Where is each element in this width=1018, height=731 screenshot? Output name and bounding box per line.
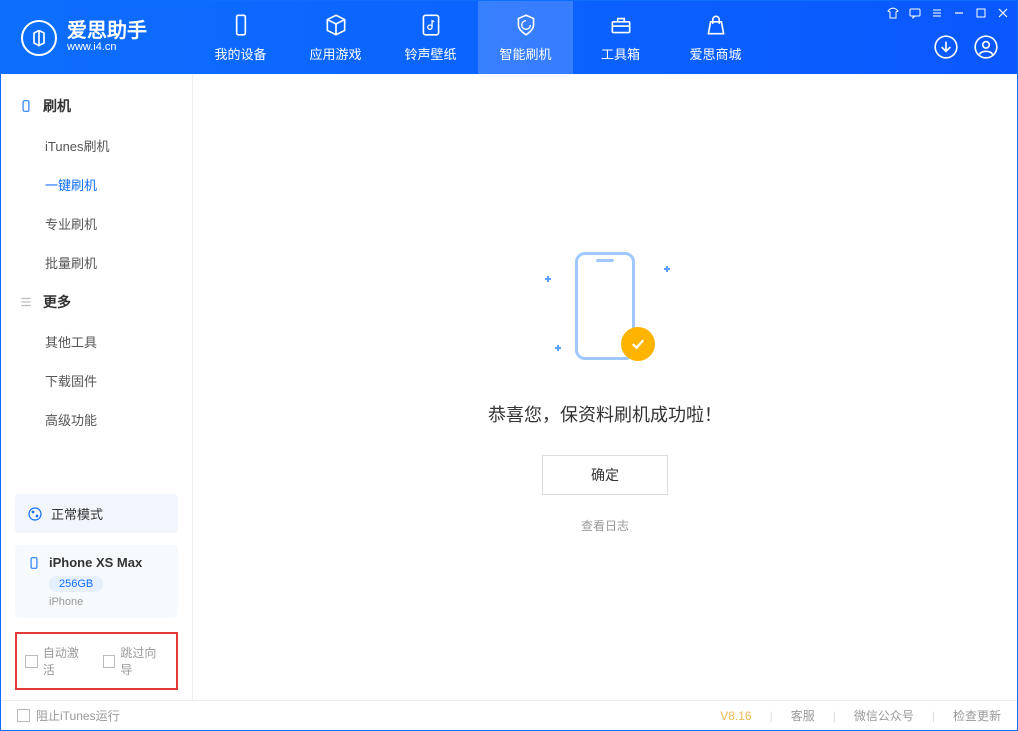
tab-toolbox[interactable]: 工具箱 [573, 1, 668, 74]
device-icon [228, 12, 254, 38]
tab-label: 智能刷机 [499, 44, 551, 63]
checkbox-label: 自动激活 [43, 644, 91, 678]
checkbox-auto-activate[interactable]: 自动激活 [25, 644, 91, 678]
checkbox-icon [25, 655, 38, 668]
version-label: V8.16 [720, 709, 751, 723]
footer-link-update[interactable]: 检查更新 [953, 707, 1001, 724]
tab-ringtone-wallpaper[interactable]: 铃声壁纸 [383, 1, 478, 74]
nav-tabs: 我的设备 应用游戏 铃声壁纸 智能刷机 工具箱 爱思商城 [193, 1, 763, 74]
logo-text: 爱思助手 www.i4.cn [67, 21, 147, 54]
checkbox-block-itunes[interactable]: 阻止iTunes运行 [17, 707, 120, 724]
section-title: 刷机 [43, 96, 71, 116]
maximize-icon[interactable] [975, 7, 987, 19]
device-name: iPhone XS Max [49, 555, 142, 570]
checkbox-icon [103, 655, 116, 668]
tab-smart-flash[interactable]: 智能刷机 [478, 1, 573, 74]
sparkle-icon [664, 266, 670, 272]
logo-icon [21, 20, 57, 56]
app-window: 爱思助手 www.i4.cn 我的设备 应用游戏 铃声壁纸 智能刷机 [0, 0, 1018, 731]
tab-label: 我的设备 [214, 44, 266, 63]
checkbox-skip-guide[interactable]: 跳过向导 [103, 644, 169, 678]
footer: 阻止iTunes运行 V8.16 | 客服 | 微信公众号 | 检查更新 [1, 700, 1017, 730]
logo-area: 爱思助手 www.i4.cn [1, 20, 193, 56]
success-illustration [525, 241, 685, 371]
header-actions [933, 34, 999, 60]
sparkle-icon [545, 276, 551, 282]
header: 爱思助手 www.i4.cn 我的设备 应用游戏 铃声壁纸 智能刷机 [1, 1, 1017, 74]
checkbox-label: 跳过向导 [120, 644, 168, 678]
tab-label: 铃声壁纸 [404, 44, 456, 63]
tab-my-device[interactable]: 我的设备 [193, 1, 288, 74]
sidebar-item-advanced[interactable]: 高级功能 [1, 400, 192, 439]
feedback-icon[interactable] [909, 7, 921, 19]
tab-label: 应用游戏 [309, 44, 361, 63]
store-icon [703, 12, 729, 38]
ok-button[interactable]: 确定 [542, 455, 668, 495]
footer-link-wechat[interactable]: 微信公众号 [854, 707, 914, 724]
sidebar-item-other-tools[interactable]: 其他工具 [1, 322, 192, 361]
music-icon [418, 12, 444, 38]
sidebar: 刷机 iTunes刷机 一键刷机 专业刷机 批量刷机 更多 其他工具 下载固件 … [1, 74, 193, 700]
skin-icon[interactable] [887, 7, 899, 19]
tab-apps-games[interactable]: 应用游戏 [288, 1, 383, 74]
highlight-checkbox-area: 自动激活 跳过向导 [15, 632, 178, 690]
sidebar-item-download-firmware[interactable]: 下载固件 [1, 361, 192, 400]
storage-badge: 256GB [49, 576, 103, 592]
tab-label: 工具箱 [601, 44, 640, 63]
checkbox-icon [17, 709, 30, 722]
toolbox-icon [608, 12, 634, 38]
check-circle-icon [621, 327, 655, 361]
phone-small-icon [27, 556, 41, 570]
sidebar-item-oneclick-flash[interactable]: 一键刷机 [1, 165, 192, 204]
sidebar-item-itunes-flash[interactable]: iTunes刷机 [1, 126, 192, 165]
checkbox-label: 阻止iTunes运行 [36, 707, 120, 724]
sidebar-section-more: 更多 [1, 282, 192, 322]
menu-icon[interactable] [931, 7, 943, 19]
mode-box[interactable]: 正常模式 [15, 494, 178, 533]
sidebar-item-batch-flash[interactable]: 批量刷机 [1, 243, 192, 282]
main-content: 恭喜您，保资料刷机成功啦！ 确定 查看日志 [193, 74, 1017, 700]
body: 刷机 iTunes刷机 一键刷机 专业刷机 批量刷机 更多 其他工具 下载固件 … [1, 74, 1017, 700]
tab-store[interactable]: 爱思商城 [668, 1, 763, 74]
sidebar-item-pro-flash[interactable]: 专业刷机 [1, 204, 192, 243]
mode-icon [27, 506, 43, 522]
sparkle-icon [555, 345, 561, 351]
device-type: iPhone [49, 596, 166, 608]
section-title: 更多 [43, 292, 71, 312]
user-icon[interactable] [973, 34, 999, 60]
close-icon[interactable] [997, 7, 1009, 19]
list-icon [19, 295, 33, 309]
download-icon[interactable] [933, 34, 959, 60]
success-message: 恭喜您，保资料刷机成功啦！ [488, 401, 722, 427]
minimize-icon[interactable] [953, 7, 965, 19]
window-controls [887, 7, 1009, 19]
device-info-box[interactable]: iPhone XS Max 256GB iPhone [15, 545, 178, 618]
app-name: 爱思助手 [67, 21, 147, 41]
view-log-link[interactable]: 查看日志 [581, 517, 629, 534]
phone-icon [19, 99, 33, 113]
mode-label: 正常模式 [51, 504, 103, 523]
cube-icon [323, 12, 349, 38]
app-url: www.i4.cn [67, 41, 147, 54]
shield-icon [513, 12, 539, 38]
footer-link-service[interactable]: 客服 [791, 707, 815, 724]
tab-label: 爱思商城 [689, 44, 741, 63]
sidebar-section-flash: 刷机 [1, 86, 192, 126]
